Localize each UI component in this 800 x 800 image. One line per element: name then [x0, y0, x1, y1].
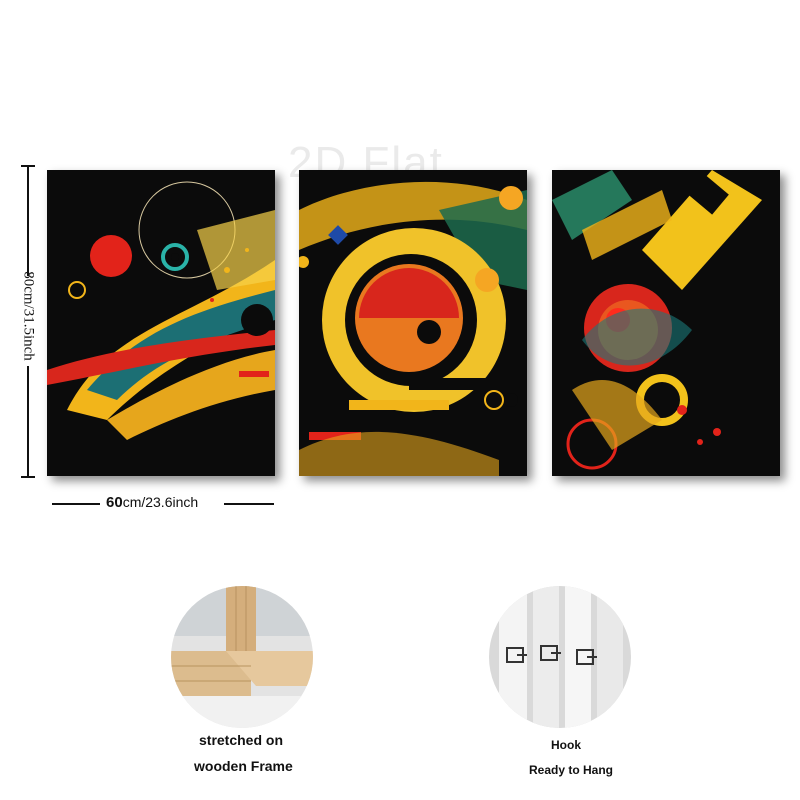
width-dimension-line-left [52, 503, 100, 505]
abstract-art-left [47, 170, 275, 476]
height-dimension-tick-bottom [21, 476, 35, 478]
height-dimension-line-top [27, 165, 29, 276]
canvas-panel-right [552, 170, 780, 476]
hook-caption-line2: Ready to Hang [529, 763, 614, 777]
height-dimension-label: 80cm/31.5inch [20, 271, 37, 361]
height-dimension-tick-top [21, 165, 35, 167]
wooden-frame-photo [171, 586, 313, 728]
frame-caption-line1: stretched on [199, 732, 284, 748]
width-dimension-label: 60cm/23.6inch [106, 494, 198, 511]
hook-caption-line1: Hook [551, 738, 581, 752]
abstract-art-right [552, 170, 780, 476]
canvas-panel-left [47, 170, 275, 476]
hook-photo [489, 586, 631, 728]
width-dimension-number: 60 [106, 494, 123, 511]
height-dimension-line-bottom [27, 366, 29, 478]
width-dimension-line-right [224, 503, 274, 505]
frame-caption-line2: wooden Frame [194, 758, 293, 774]
width-dimension-unit: cm/23.6inch [122, 494, 199, 510]
canvas-panel-center [299, 170, 527, 476]
abstract-art-center [299, 170, 527, 476]
